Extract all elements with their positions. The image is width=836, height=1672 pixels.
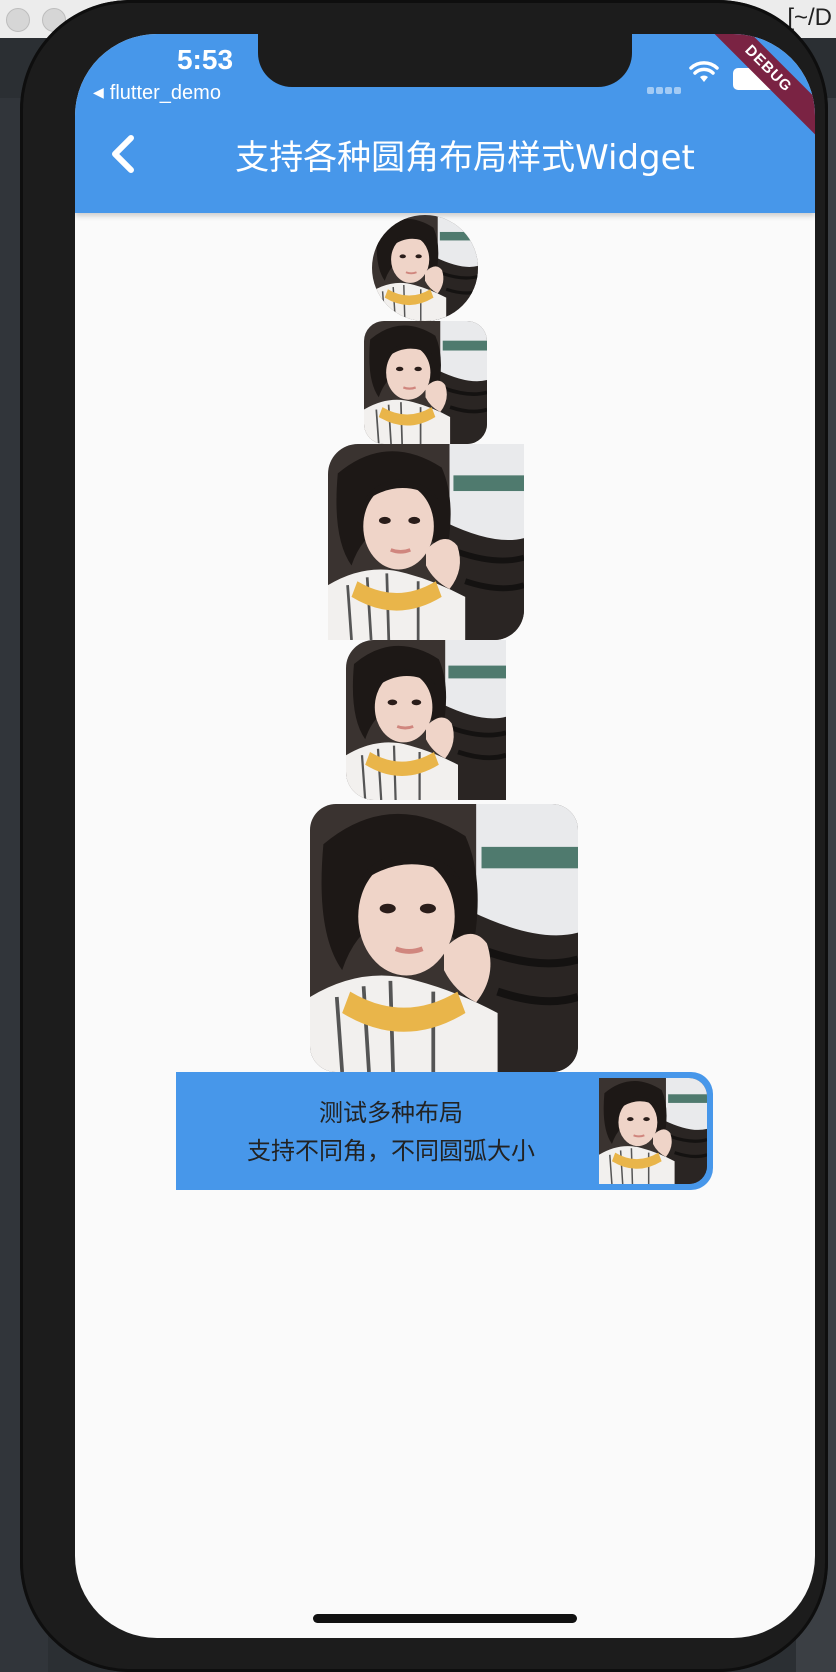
portrait-image [310, 804, 578, 1072]
photo-rounded-left [346, 640, 506, 800]
layout-demo-card: 测试多种布局 支持不同角，不同圆弧大小 [176, 1072, 713, 1190]
back-to-app-label: flutter_demo [109, 82, 221, 104]
card-photo [599, 1078, 707, 1184]
card-text: 测试多种布局 支持不同角，不同圆弧大小 [176, 1094, 606, 1170]
photo-circle [372, 215, 478, 321]
portrait-image [372, 215, 478, 321]
phone-notch [258, 34, 632, 87]
debug-banner-label: DEBUG [698, 34, 815, 139]
phone-frame: 5:53 ◀ flutter_demo DEBUG 支持各种圆角布局样式Widge… [20, 0, 828, 1672]
portrait-image [346, 640, 506, 800]
portrait-image [328, 444, 524, 640]
back-to-app-link[interactable]: ◀ flutter_demo [93, 82, 221, 105]
photo-rounded-large [310, 804, 578, 1072]
portrait-image [599, 1078, 707, 1184]
back-triangle-icon: ◀ [93, 84, 104, 100]
cellular-signal-icon [647, 79, 683, 98]
status-time: 5:53 [176, 44, 234, 75]
window-close-dot[interactable] [6, 8, 30, 32]
app-bar: 5:53 ◀ flutter_demo DEBUG 支持各种圆角布局样式Widge… [75, 34, 815, 213]
phone-screen: 5:53 ◀ flutter_demo DEBUG 支持各种圆角布局样式Widge… [75, 34, 815, 1638]
photo-rounded-diagonal [328, 444, 524, 640]
photo-rounded-all [364, 321, 487, 444]
page-title: 支持各种圆角布局样式Widget [235, 138, 695, 178]
home-indicator[interactable] [313, 1614, 577, 1623]
card-line-1: 测试多种布局 [319, 1099, 463, 1127]
portrait-image [364, 321, 487, 444]
card-line-2: 支持不同角，不同圆弧大小 [247, 1137, 535, 1165]
desktop-title-fragment: [~/D [787, 4, 832, 31]
